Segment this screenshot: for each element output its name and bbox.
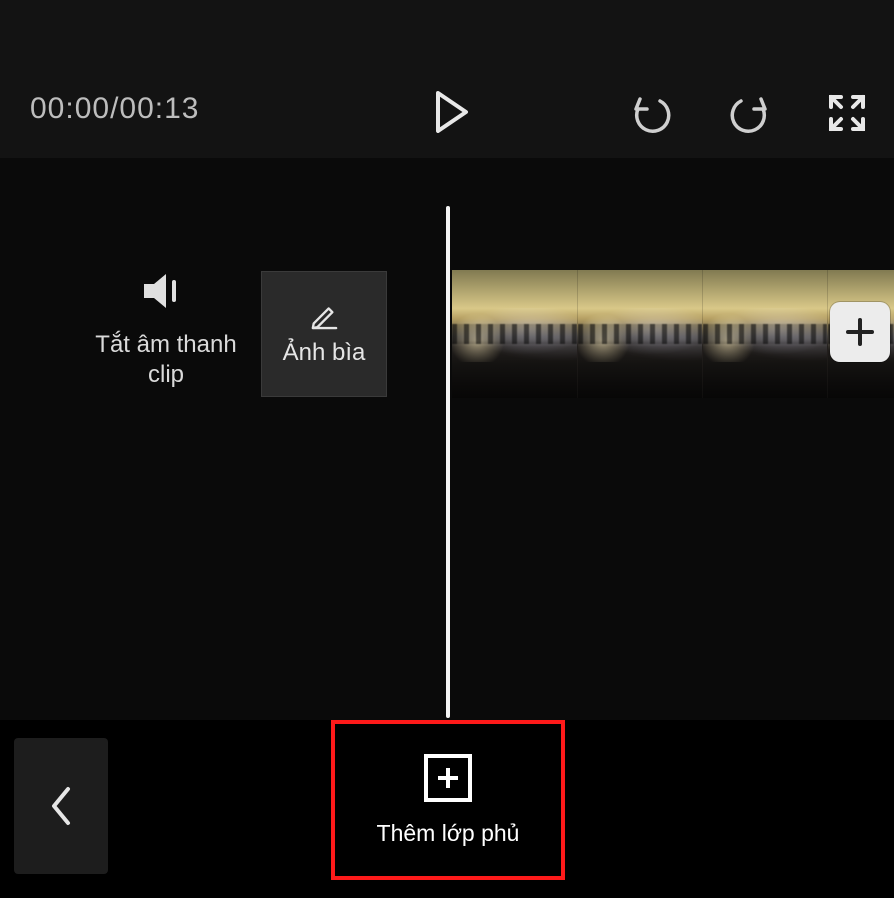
video-editor-screen: 00:00/00:13 [0, 0, 894, 898]
speaker-mute-icon [76, 270, 256, 312]
fullscreen-icon [827, 93, 867, 133]
mute-clip-button[interactable]: Tắt âm thanh clip [76, 270, 256, 390]
clip-frame[interactable] [702, 270, 827, 398]
clip-frame[interactable] [452, 270, 577, 398]
redo-icon [727, 91, 771, 135]
total-time: 00:13 [119, 92, 199, 125]
current-time: 00:00 [30, 92, 110, 125]
play-icon [434, 91, 470, 133]
add-overlay-label: Thêm lớp phủ [377, 820, 520, 847]
timecode-display: 00:00/00:13 [30, 92, 200, 126]
play-button[interactable] [426, 86, 478, 138]
plus-icon [843, 315, 877, 349]
chevron-left-icon [46, 783, 76, 829]
redo-button[interactable] [722, 86, 776, 140]
clip-frame[interactable] [577, 270, 702, 398]
cover-image-button[interactable]: Ảnh bìa [261, 271, 387, 397]
top-toolbar: 00:00/00:13 [0, 0, 894, 158]
pencil-icon [310, 301, 338, 329]
playhead[interactable] [446, 206, 450, 718]
bottom-toolbar: Thêm lớp phủ [0, 720, 894, 898]
video-clip-track[interactable] [452, 270, 894, 398]
mute-label-line2: clip [76, 360, 256, 390]
add-overlay-button[interactable]: Thêm lớp phủ [331, 720, 565, 880]
back-button[interactable] [14, 738, 108, 874]
add-clip-button[interactable] [830, 302, 890, 362]
undo-icon [630, 91, 674, 135]
fullscreen-button[interactable] [820, 86, 874, 140]
undo-button[interactable] [625, 86, 679, 140]
overlay-plus-icon [424, 754, 472, 802]
cover-label: Ảnh bìa [283, 339, 366, 367]
mute-label-line1: Tắt âm thanh [76, 330, 256, 360]
